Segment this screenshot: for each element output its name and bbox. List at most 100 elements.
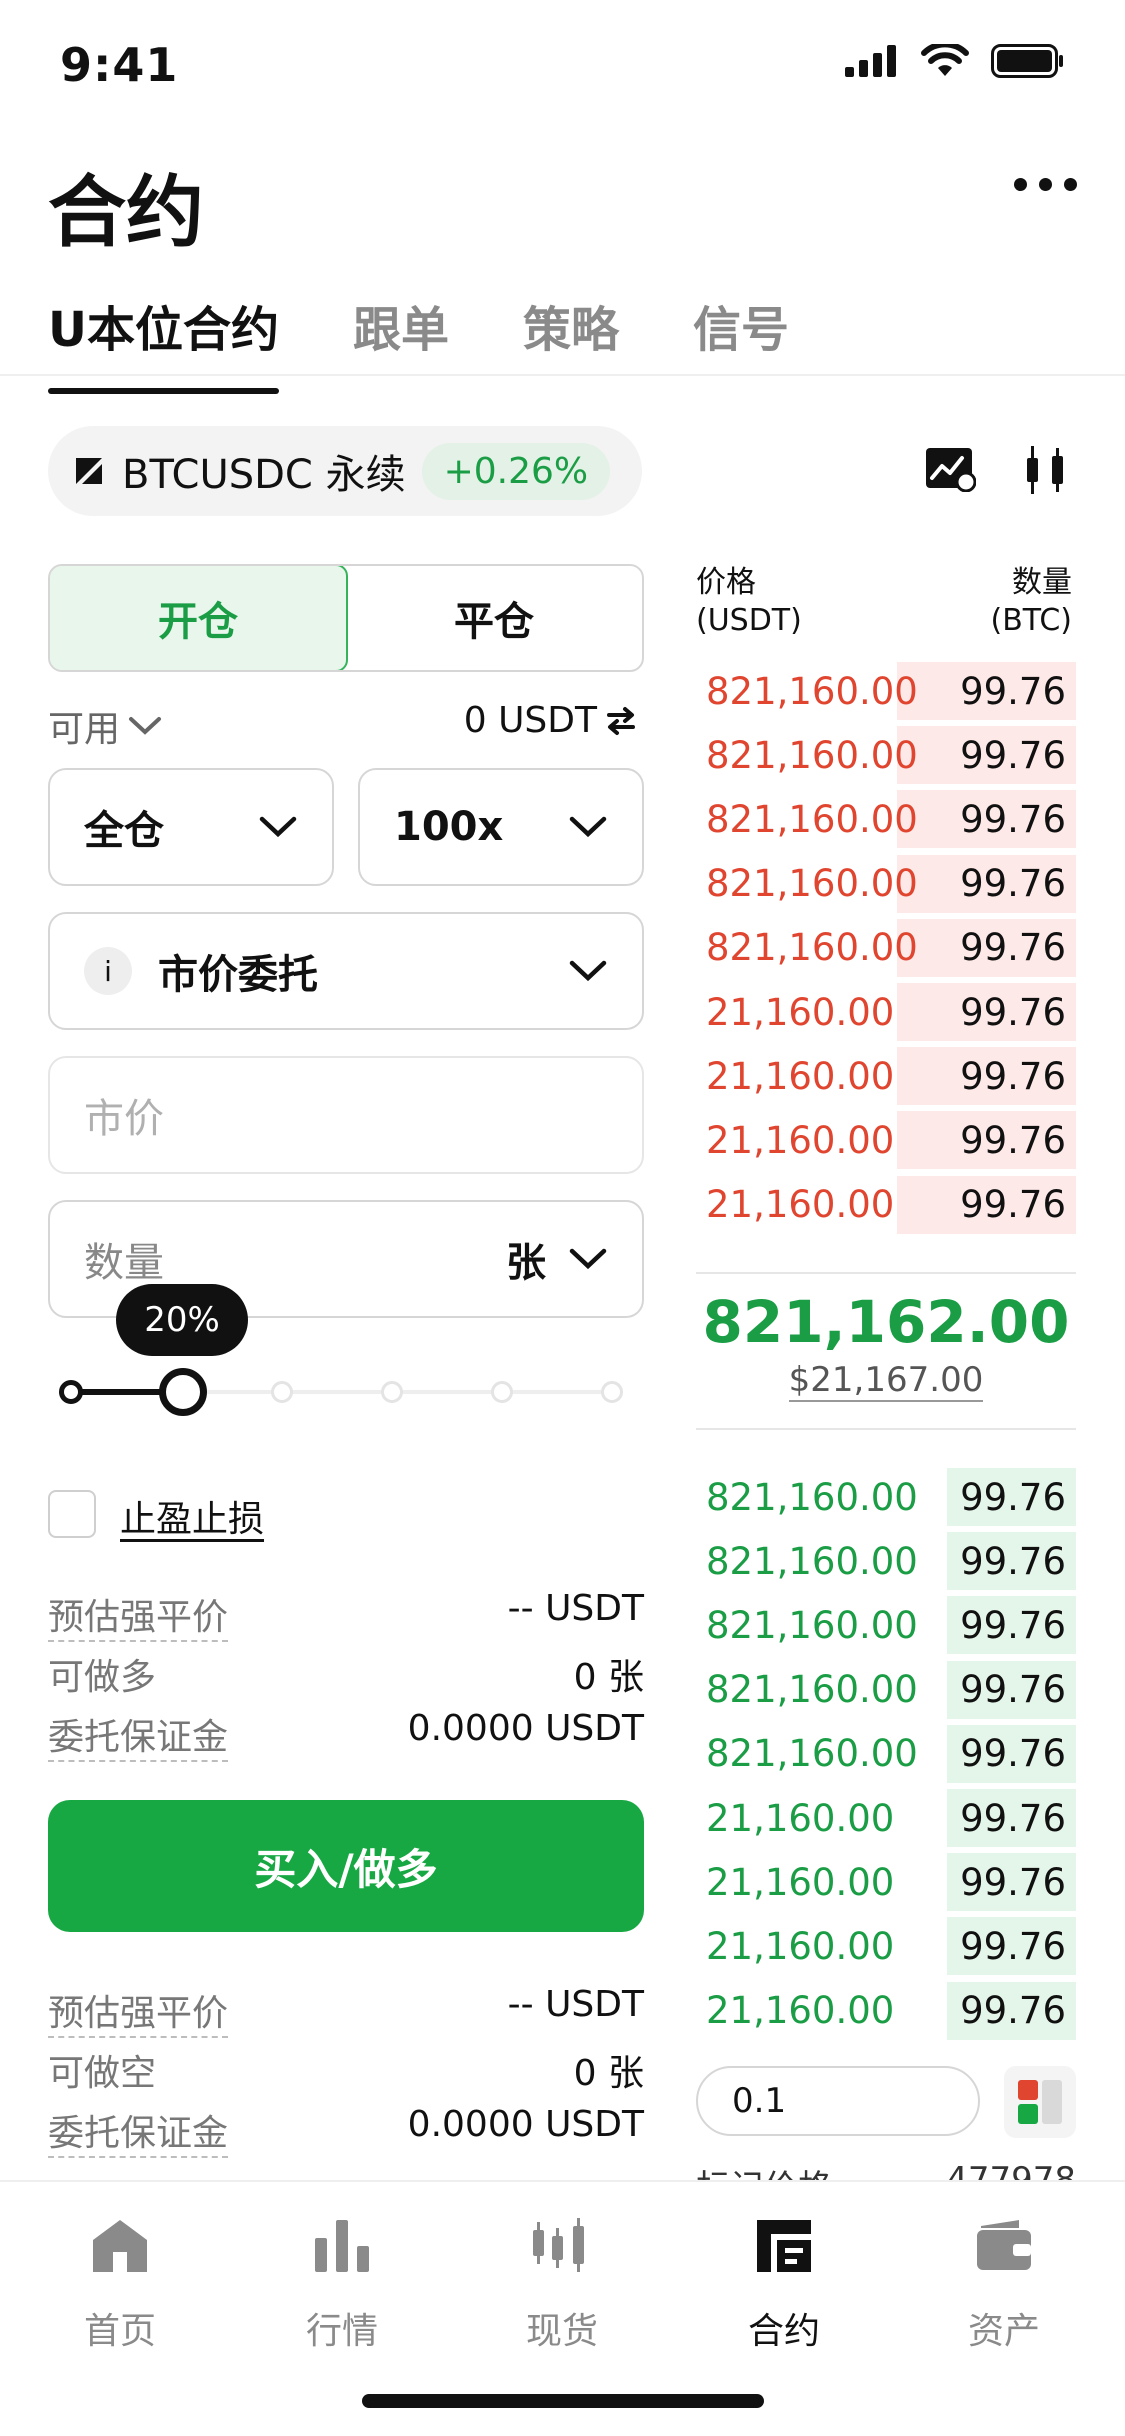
bid-price: 821,160.00 [706, 1475, 918, 1519]
wifi-icon [921, 44, 969, 76]
quantity-unit-select[interactable]: 张 [506, 1230, 608, 1288]
ask-price: 21,160.00 [706, 1118, 895, 1162]
bid-row[interactable]: 821,160.00 99.76 [696, 1724, 1076, 1783]
slider-step[interactable] [491, 1381, 513, 1403]
ask-row[interactable]: 21,160.00 99.76 [696, 1047, 1076, 1106]
info-icon[interactable]: i [84, 947, 132, 995]
depth-precision-select[interactable]: 0.1 [696, 2066, 980, 2136]
info-key: 可做空 [48, 2053, 157, 2094]
info-key: 预估强平价 [48, 1984, 229, 2038]
tab-strategy[interactable]: 策略 [523, 290, 619, 384]
quantity-placeholder: 数量 [84, 1240, 164, 1286]
ask-quantity: 99.76 [960, 1118, 1066, 1162]
bid-price: 821,160.00 [706, 1539, 918, 1583]
short-info-row: 可做空 0 张 [48, 2044, 644, 2096]
nav-home[interactable]: 首页 [40, 2218, 200, 2354]
bid-row[interactable]: 21,160.00 99.76 [696, 1789, 1076, 1847]
more-button[interactable] [1014, 178, 1077, 191]
last-price-usd-value: $21,167.00 [788, 1360, 984, 1402]
available-value: 0 USDT [463, 700, 597, 741]
ask-price: 821,160.00 [706, 669, 918, 713]
last-price-usd: $21,167.00 [696, 1360, 1076, 1402]
ask-price: 21,160.00 [706, 1054, 895, 1098]
bid-row[interactable]: 821,160.00 99.76 [696, 1532, 1076, 1591]
bid-quantity: 99.76 [960, 1860, 1066, 1904]
battery-icon [991, 44, 1063, 78]
last-price[interactable]: 821,162.00 [696, 1288, 1076, 1356]
symbol-selector[interactable]: BTCUSDC 永续 +0.26% [48, 426, 642, 516]
ask-row[interactable]: 21,160.00 99.76 [696, 1175, 1076, 1234]
nav-market[interactable]: 行情 [262, 2218, 422, 2354]
info-value: 0.0000 USDT [407, 2104, 644, 2145]
long-info-row: 委托保证金 0.0000 USDT [48, 1708, 644, 1762]
bid-price: 821,160.00 [706, 1603, 918, 1647]
ask-row[interactable]: 821,160.00 99.76 [696, 726, 1076, 785]
slider-step[interactable] [601, 1381, 623, 1403]
order-type-value: 市价委托 [158, 952, 318, 998]
tab-copy-trading[interactable]: 跟单 [353, 290, 449, 384]
orderbook-header: 价格 (USDT) 数量 (BTC) [696, 564, 1072, 640]
slider-start [59, 1380, 83, 1404]
slider-step[interactable] [271, 1381, 293, 1403]
bid-quantity: 99.76 [960, 1796, 1066, 1840]
bid-quantity: 99.76 [960, 1539, 1066, 1583]
ask-row[interactable]: 821,160.00 99.76 [696, 790, 1076, 849]
qty-unit: (BTC) [990, 603, 1072, 638]
chevron-down-icon [259, 816, 297, 838]
price-input[interactable]: 市价 [48, 1056, 644, 1174]
bid-row[interactable]: 821,160.00 99.76 [696, 1660, 1076, 1719]
home-indicator [362, 2394, 764, 2408]
margin-mode-select[interactable]: 全仓 [48, 768, 334, 886]
leverage-select[interactable]: 100x [358, 768, 644, 886]
slider-step[interactable] [381, 1381, 403, 1403]
info-key: 委托保证金 [48, 1708, 229, 1762]
candlestick-icon[interactable] [1026, 444, 1068, 496]
tpsl-label[interactable]: 止盈止损 [120, 1490, 264, 1542]
bid-price: 821,160.00 [706, 1668, 918, 1712]
close-position-tab[interactable]: 平仓 [346, 566, 642, 670]
open-position-tab[interactable]: 开仓 [50, 566, 348, 670]
bid-row[interactable]: 21,160.00 99.76 [696, 1917, 1076, 1976]
nav-spot[interactable]: 现货 [482, 2218, 642, 2354]
tab-bar: U本位合约 跟单 策略 信号 [48, 290, 789, 394]
ask-price: 21,160.00 [706, 990, 895, 1034]
available-selector[interactable]: 可用 [48, 700, 162, 752]
orderbook-divider [696, 1272, 1076, 1274]
nav-futures[interactable]: 合约 [704, 2218, 864, 2354]
ask-quantity: 99.76 [960, 797, 1066, 841]
transfer-icon[interactable] [605, 705, 637, 737]
bid-row[interactable]: 821,160.00 99.76 [696, 1596, 1076, 1655]
mark-price-row: 标记价格 477978 [696, 2160, 1076, 2180]
chevron-down-icon [129, 717, 162, 735]
bid-quantity: 99.76 [960, 1603, 1066, 1647]
bid-row[interactable]: 821,160.00 99.76 [696, 1468, 1076, 1526]
bid-price: 21,160.00 [706, 1860, 895, 1904]
bid-row[interactable]: 21,160.00 99.76 [696, 1981, 1076, 2040]
open-close-toggle: 开仓 平仓 [48, 564, 644, 672]
slider-thumb[interactable] [159, 1368, 207, 1416]
ask-row[interactable]: 21,160.00 99.76 [696, 983, 1076, 1041]
tab-usdt-futures[interactable]: U本位合约 [48, 290, 279, 394]
bid-row[interactable]: 21,160.00 99.76 [696, 1853, 1076, 1912]
tpsl-checkbox[interactable] [48, 1490, 96, 1538]
orderbook-layout-icon[interactable] [1004, 2066, 1076, 2138]
ask-row[interactable]: 821,160.00 99.76 [696, 854, 1076, 913]
chart-icon[interactable] [924, 446, 976, 492]
signal-icon [845, 45, 896, 77]
long-info-row: 可做多 0 张 [48, 1648, 644, 1700]
long-info-row: 预估强平价 -- USDT [48, 1588, 644, 1642]
short-info-row: 委托保证金 0.0000 USDT [48, 2104, 644, 2158]
ask-price: 821,160.00 [706, 797, 918, 841]
ask-row[interactable]: 821,160.00 99.76 [696, 662, 1076, 720]
info-key: 预估强平价 [48, 1588, 229, 1642]
buy-long-button[interactable]: 买入/做多 [48, 1800, 644, 1932]
ask-row[interactable]: 21,160.00 99.76 [696, 1111, 1076, 1170]
info-key: 可做多 [48, 1657, 157, 1698]
nav-assets[interactable]: 资产 [924, 2218, 1084, 2354]
tab-signal[interactable]: 信号 [693, 290, 789, 384]
nav-label: 行情 [305, 2311, 378, 2352]
ask-row[interactable]: 821,160.00 99.76 [696, 918, 1076, 977]
order-type-select[interactable]: i 市价委托 [48, 912, 644, 1030]
ask-quantity: 99.76 [960, 990, 1066, 1034]
chevron-down-icon [569, 960, 607, 982]
